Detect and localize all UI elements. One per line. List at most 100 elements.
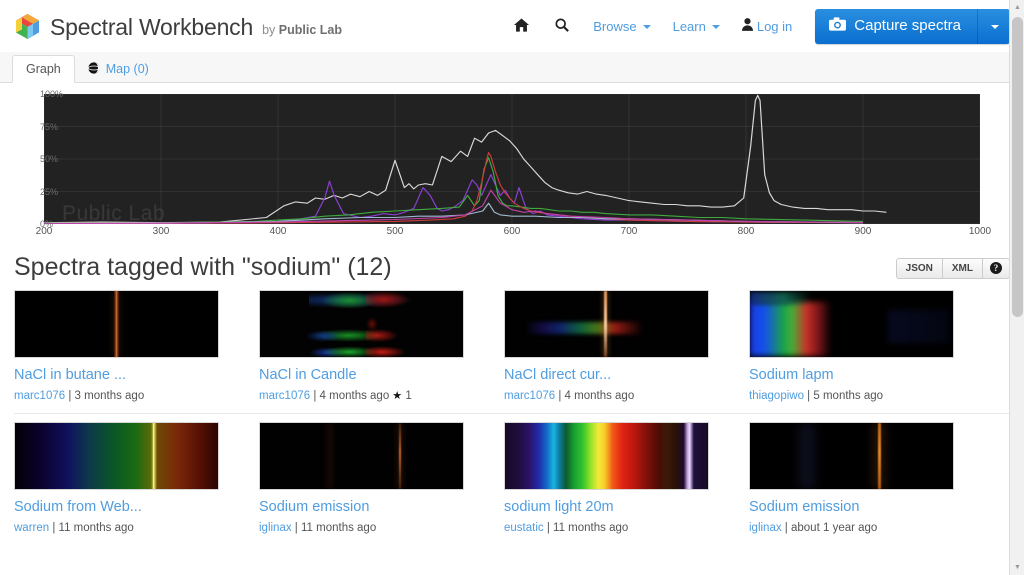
spectrum-card: Sodium lapm thiagopiwo | 5 months ago [749,289,974,404]
spectrum-author-link[interactable]: marc1076 [259,390,310,402]
json-button[interactable]: JSON [895,257,943,279]
spectrum-meta: marc1076 | 4 months ago ★ 1 [259,390,484,404]
help-icon: ? [990,261,1002,274]
sodium-web-thumb[interactable] [14,421,219,490]
caret-down-icon [991,24,999,29]
capture-spectra-button[interactable]: Capture spectra [815,8,978,44]
spectrum-timestamp: about 1 year ago [791,522,878,535]
home-icon [514,17,530,35]
tab-map[interactable]: Map (0) [75,55,162,84]
spectrum-card: Sodium emission iglinax | 11 months ago [259,421,484,536]
nav-home[interactable] [501,12,542,41]
graph-x-tick: 1000 [968,226,992,237]
spectrum-card: Sodium from Web... warren | 11 months ago [14,421,239,536]
spectrum-author-link[interactable]: eustatic [504,522,544,534]
nav-browse[interactable]: Browse [582,13,661,40]
spectrum-author-link[interactable]: marc1076 [504,390,555,402]
star-icon: ★ [389,389,403,402]
spectrum-title-link[interactable]: Sodium emission [259,499,484,516]
spectrum-timestamp: 4 months ago [564,389,635,402]
spectrum-meta: marc1076 | 4 months ago [504,390,729,404]
graph-plot-area[interactable]: Public Lab [44,94,980,224]
page-title: Spectral Workbench [50,13,254,40]
graph-x-tick: 500 [386,226,404,237]
sodium-lapm-thumb[interactable] [749,289,954,358]
spectrum-title-link[interactable]: NaCl direct cur... [504,367,729,384]
spectrum-card: NaCl in butane ... marc1076 | 3 months ag… [14,289,239,404]
scroll-up-arrow[interactable]: ▲ [1010,0,1024,15]
brand-subtitle: by Public Lab [262,24,342,40]
sodium-emission-1-thumb[interactable] [259,421,464,490]
spectrum-meta: iglinax | about 1 year ago [749,522,974,536]
nav-search[interactable] [542,12,582,41]
spectrum-timestamp: 5 months ago [813,389,884,402]
meta-separator: | [555,389,565,402]
spectrum-author-link[interactable]: iglinax [749,522,782,534]
capture-spectra-group: Capture spectra [815,8,1010,44]
chevron-down-icon [642,24,651,29]
spectrum-title-link[interactable]: Sodium lapm [749,367,974,384]
graph-y-tick: 100% [40,89,64,99]
main-nav: Browse Learn Log in Capture spectra [501,8,1010,44]
graph-curves [44,94,980,224]
chevron-down-icon [711,24,720,29]
spectrum-author-link[interactable]: iglinax [259,522,292,534]
meta-separator: | [803,389,814,402]
graph-y-tick: 50% [40,154,59,164]
globe-icon [87,61,100,77]
spectrum-author-link[interactable]: marc1076 [14,390,65,402]
help-button[interactable]: ? [982,257,1010,279]
capture-spectra-dropdown-toggle[interactable] [978,8,1010,44]
graph-y-tick: 25% [40,186,59,197]
spectrum-card: sodium light 20m eustatic | 11 months ago [504,421,729,536]
spectrum-title-link[interactable]: sodium light 20m [504,499,729,516]
graph-x-tick: 300 [152,226,170,237]
sodium-emission-2-thumb[interactable] [749,421,954,490]
scroll-down-arrow[interactable]: ▼ [1010,560,1024,575]
nav-learn-label: Learn [672,18,706,34]
spectrum-title-link[interactable]: NaCl in butane ... [14,367,239,384]
spectrum-meta: eustatic | 11 months ago [504,522,729,536]
graph-x-tick: 800 [737,226,755,237]
graph-x-tick: 900 [854,226,872,237]
tab-graph-label: Graph [26,61,61,76]
cube-logo-icon [14,13,41,40]
spectrum-title-link[interactable]: Sodium from Web... [14,499,239,516]
graph-x-tick: 600 [503,226,521,237]
spectrum-author-link[interactable]: thiagopiwo [749,390,804,402]
spectrum-title-link[interactable]: NaCl in Candle [259,367,484,384]
spectrum-meta: thiagopiwo | 5 months ago [749,390,974,404]
meta-separator: | [781,522,791,535]
nacl-butane-thumb[interactable] [14,289,219,358]
nav-browse-label: Browse [593,18,637,34]
spectrum-card: NaCl in Candle marc1076 | 4 months ago ★ … [259,289,484,404]
spectra-graph[interactable]: Public Lab 0% 25% 50% 75% 100% 200 300 400 500 6… [14,89,1010,242]
nacl-candle-thumb[interactable] [259,289,464,358]
xml-button[interactable]: XML [941,257,983,279]
spectrum-card: Sodium emission iglinax | about 1 year ag… [749,421,974,536]
spectrum-author-link[interactable]: warren [14,522,49,534]
spectrum-title-link[interactable]: Sodium emission [749,499,974,516]
meta-separator: | [291,522,301,535]
spectrum-meta: marc1076 | 3 months ago [14,390,239,404]
brand[interactable]: Spectral Workbench by Public Lab [14,13,342,40]
nav-login-label: Log in [756,18,793,34]
page-scrollbar[interactable]: ▲ ▼ [1009,0,1024,575]
section-title: Spectra tagged with "sodium" (12) [14,253,392,281]
spectrum-meta: iglinax | 11 months ago [259,522,484,536]
graph-y-tick: 75% [40,121,59,132]
tab-graph[interactable]: Graph [12,54,75,83]
camera-icon [829,16,847,35]
brand-by-label: by [262,23,276,37]
section-header: Spectra tagged with "sodium" (12) JSON X… [14,253,1010,282]
nav-login[interactable]: Log in [731,12,803,40]
scrollbar-thumb[interactable] [1012,17,1023,317]
nacl-direct-thumb[interactable] [504,289,709,358]
spectra-grid: NaCl in butane ... marc1076 | 3 months ag… [14,289,1010,545]
sodium-light-20m-thumb[interactable] [504,421,709,490]
spectrum-meta: warren | 11 months ago [14,522,239,536]
spectrum-timestamp: 4 months ago [319,389,390,402]
meta-separator: | [543,522,554,535]
brand-org-label: Public Lab [278,23,342,37]
nav-learn[interactable]: Learn [662,13,731,40]
